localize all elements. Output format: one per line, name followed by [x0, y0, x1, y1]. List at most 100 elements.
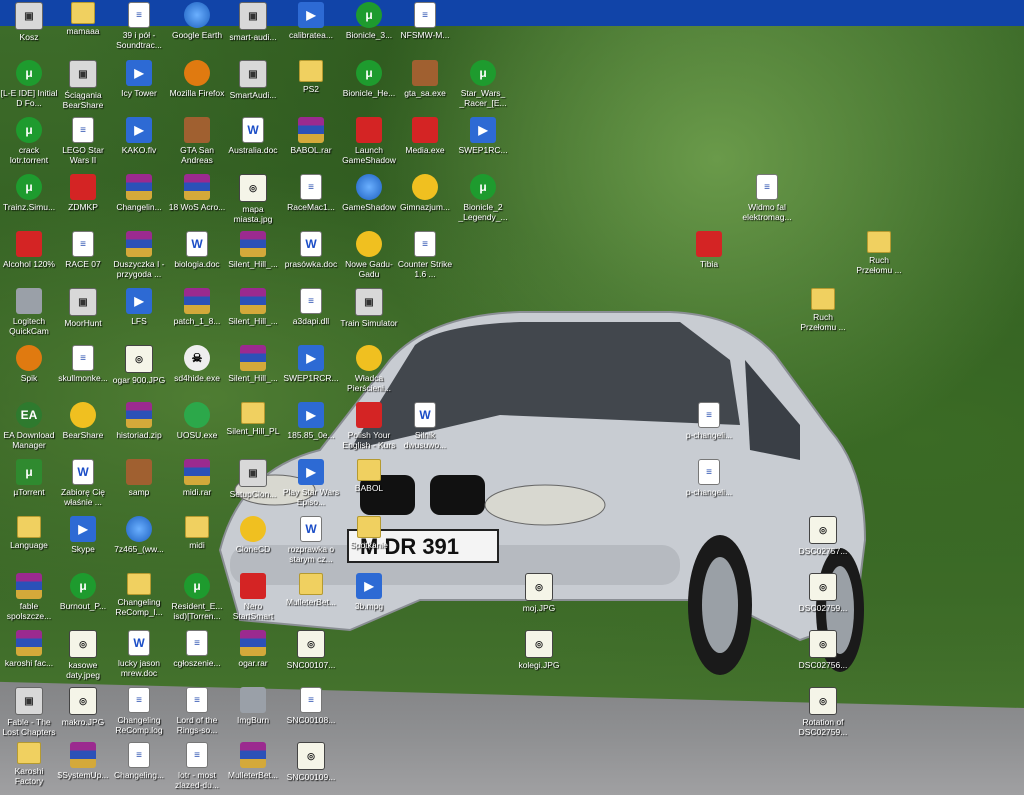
desktop-icon-australia[interactable]: W Australia.doc [224, 117, 282, 155]
desktop-icon-mulleterbet-1[interactable]: MulleterBet... [282, 573, 340, 607]
desktop-icon-mulleterbet-2[interactable]: MulleterBet... [224, 742, 282, 780]
desktop-icon-media-exe[interactable]: Media.exe [396, 117, 454, 155]
desktop-icon-ogar900[interactable]: ◎ ogar 900.JPG [110, 345, 168, 385]
desktop-icon-p-changeli-1[interactable]: ≡ p-changeli... [680, 402, 738, 440]
desktop-icon-wladca[interactable]: Władca Pierścieni... [340, 345, 398, 393]
desktop-icon-google-earth[interactable]: Google Earth [168, 2, 226, 40]
desktop-icon-polish-english[interactable]: Polish Your English - Kurs [340, 402, 398, 450]
desktop-icon-kasowe[interactable]: ◎ kasowe daty.jpeg [54, 630, 112, 680]
desktop-icon-kolegi[interactable]: ◎ kolegi.JPG [510, 630, 568, 670]
desktop-icon-kosz[interactable]: ▣ Kosz [0, 2, 58, 42]
desktop-icon-language[interactable]: Language [0, 516, 58, 550]
desktop-icon-moorhunt[interactable]: ▣ MoorHunt [54, 288, 112, 328]
desktop-icon-gta-sa[interactable]: GTA San Andreas [168, 117, 226, 165]
desktop-icon-changeling-recomp[interactable]: Changeling ReComp_l... [110, 573, 168, 617]
desktop-icon-uosu[interactable]: UOSU.exe [168, 402, 226, 440]
desktop-icon-ogar-rar[interactable]: ogar.rar [224, 630, 282, 668]
desktop-icon-nero[interactable]: Nero StartSmart [224, 573, 282, 621]
desktop-icon-swep1rcr[interactable]: ▶ SWEP1RCR... [282, 345, 340, 383]
desktop-icon-midi-rar[interactable]: midi.rar [168, 459, 226, 497]
desktop-icon-biologia[interactable]: Wbiologia.doc [168, 231, 226, 269]
desktop-icon-changeling-3[interactable]: ≡ Changeling... [110, 742, 168, 780]
desktop-icon-race07[interactable]: ≡ RACE 07 [54, 231, 112, 269]
desktop-icon-makro[interactable]: ◎ makro.JPG [54, 687, 112, 727]
desktop-icon-zabiore[interactable]: W Zabiorę Cię właśnie ... [54, 459, 112, 507]
desktop-icon-clonecd[interactable]: CloneCD [224, 516, 282, 554]
desktop-icon-resident[interactable]: μ Resident_E... isd)[Torren... [168, 573, 226, 621]
desktop-icon-patch[interactable]: patch_1_8... [168, 288, 226, 326]
desktop-icon-spik[interactable]: Spik [0, 345, 58, 383]
desktop-icon-p-changeli-2[interactable]: ≡ p-changeli... [680, 459, 738, 497]
desktop-icon-sciagania[interactable]: ▣ Ściągania BearShare [54, 60, 112, 110]
desktop-icon-prasowka[interactable]: Wprasówka.doc [282, 231, 340, 269]
desktop-icon-firefox[interactable]: Mozilla Firefox [168, 60, 226, 98]
desktop-icon-soundtrack[interactable]: ≡ 39 i pół - Soundtrac... [110, 2, 168, 50]
desktop-icon-bearshare[interactable]: BearShare [54, 402, 112, 440]
desktop-icon-ea-download[interactable]: EA EA Download Manager [0, 402, 58, 450]
desktop-icon-historiad[interactable]: historiad.zip [110, 402, 168, 440]
desktop-icon-bionicle-he[interactable]: μ Bionicle_He... [340, 60, 398, 98]
desktop-icon-swep1rc[interactable]: ▶ SWEP1RC... [454, 117, 512, 155]
desktop-icon-ruch-2[interactable]: Ruch Przełomu ... [794, 288, 852, 332]
desktop-icon-setupclone[interactable]: ▣ SetupClon... [224, 459, 282, 499]
desktop-icon-185-85[interactable]: ▶ 185.85_0e... [282, 402, 340, 440]
desktop-icon-mapa-miasta[interactable]: ◎ mapa miasta.jpg [224, 174, 282, 224]
desktop-icon-zdmkp[interactable]: ZDMKP [54, 174, 112, 212]
desktop-icon-dsc-2[interactable]: ◎ DSC02759... [794, 573, 852, 613]
desktop-icon-babol[interactable]: BABOL [340, 459, 398, 493]
desktop-icon-silent-hill-2[interactable]: Silent_Hill_... [224, 288, 282, 326]
desktop-icon-imgburn[interactable]: ImgBurn [224, 687, 282, 725]
desktop-icon-dsc-1[interactable]: ◎ DSC02757... [794, 516, 852, 556]
desktop-icon-tibia[interactable]: Tibia [680, 231, 738, 269]
desktop-icon-cgloszenie[interactable]: ≡ cgłoszenie... [168, 630, 226, 668]
desktop-icon-silent-hill-1[interactable]: Silent_Hill_... [224, 231, 282, 269]
desktop-icon-silent-hill-pl[interactable]: Silent_Hill_PL [224, 402, 282, 436]
desktop-icon-smartaudio[interactable]: ▣ SmartAudi... [224, 60, 282, 100]
desktop-icon-train-sim[interactable]: ▣ Train Simulator [340, 288, 398, 328]
desktop-icon-lotr-most[interactable]: ≡ lotr - most zlazed-du... [168, 742, 226, 790]
desktop-icon-utorrent[interactable]: μ µTorrent [0, 459, 58, 497]
desktop-icon-mamaaa[interactable]: mamaaa [54, 2, 112, 36]
desktop-icon-gameshadow[interactable]: GameShadow [340, 174, 398, 212]
desktop-icon-snc00107[interactable]: ◎ SNC00107... [282, 630, 340, 670]
desktop-icon-spotkanie[interactable]: Spotkanie [340, 516, 398, 550]
desktop-icon-silnik[interactable]: W Silnik dwusuwo... [396, 402, 454, 450]
desktop-icon-skype[interactable]: ▶ Skype [54, 516, 112, 554]
desktop-icon-gta-sa-exe[interactable]: gta_sa.exe [396, 60, 454, 98]
desktop-icon-calibrate[interactable]: ▶ calibratea... [282, 2, 340, 40]
desktop-icon-nfsmw[interactable]: ≡ NFSMW-M... [396, 2, 454, 40]
desktop-icon-burnout[interactable]: μ Burnout_P... [54, 573, 112, 611]
desktop-icon-ps2[interactable]: PS2 [282, 60, 340, 94]
desktop-icon-logitech[interactable]: Logitech QuickCam [0, 288, 58, 336]
desktop-icon-bionicle-2[interactable]: μ Bionicle_2 _Legendy_... [454, 174, 512, 222]
desktop-icon-ruch-1[interactable]: Ruch Przełomu ... [850, 231, 908, 275]
desktop-icon-a3dapi[interactable]: ≡ a3dapi.dll [282, 288, 340, 326]
desktop-icon-moj-jpg[interactable]: ◎ moj.JPG [510, 573, 568, 613]
desktop-icon-lfs[interactable]: ▶ LFS [110, 288, 168, 326]
desktop-icon-7z465[interactable]: 7z465_(ww... [110, 516, 168, 554]
desktop-icon-3b-mpg[interactable]: ▶ 3b.mpg [340, 573, 398, 611]
desktop-icon-karoshi-fac[interactable]: karoshi fac... [0, 630, 58, 668]
desktop-icon-snc00108[interactable]: ≡ SNC00108... [282, 687, 340, 725]
desktop-icon-snc00109[interactable]: ◎ SNC00109... [282, 742, 340, 782]
desktop-icon-changeling[interactable]: Changelin... [110, 174, 168, 212]
desktop-icon-fable-lost[interactable]: ▣ Fable - The Lost Chapters [0, 687, 58, 737]
desktop-icon-star-wars-racer[interactable]: μ Star_Wars_ _Racer_[E... [454, 60, 512, 108]
desktop-icon-initial-d[interactable]: μ [L-E IDE] Initial D Fo... [0, 60, 58, 108]
desktop-icon-lord-rings[interactable]: ≡ Lord of the Rings-so... [168, 687, 226, 735]
desktop-icon-widmo[interactable]: ≡ Widmo fal elektromag... [738, 174, 796, 222]
desktop-icon-crack[interactable]: μ crack lotr.torrent [0, 117, 58, 165]
desktop-icon-sd4hide[interactable]: ☠ sd4hide.exe [168, 345, 226, 383]
desktop-icon-ssystemup[interactable]: $SystemUp... [54, 742, 112, 780]
desktop-icon-rozprawka[interactable]: Wrozprawka o starym cz... [282, 516, 340, 564]
desktop-icon-racemac[interactable]: ≡ RaceMac1... [282, 174, 340, 212]
desktop-icon-launch-gs[interactable]: Launch GameShadow [340, 117, 398, 165]
desktop-icon-smart-audio[interactable]: ▣ smart-audi... [224, 2, 282, 42]
desktop-icon-rotation[interactable]: ◎ Rotation of DSC02759... [794, 687, 852, 737]
desktop-icon-alcohol[interactable]: Alcohol 120% [0, 231, 58, 269]
desktop-icon-fable-spolszcz[interactable]: fable spolszcze... [0, 573, 58, 621]
desktop-icon-skullmonkey[interactable]: ≡ skullmonke... [54, 345, 112, 383]
desktop-icon-counter-strike[interactable]: ≡ Counter Strike 1.6 ... [396, 231, 454, 279]
desktop-icon-duszyczka[interactable]: Duszyczka I - przygoda ... [110, 231, 168, 279]
desktop-icon-nowe-gg[interactable]: Nowe Gadu-Gadu [340, 231, 398, 279]
